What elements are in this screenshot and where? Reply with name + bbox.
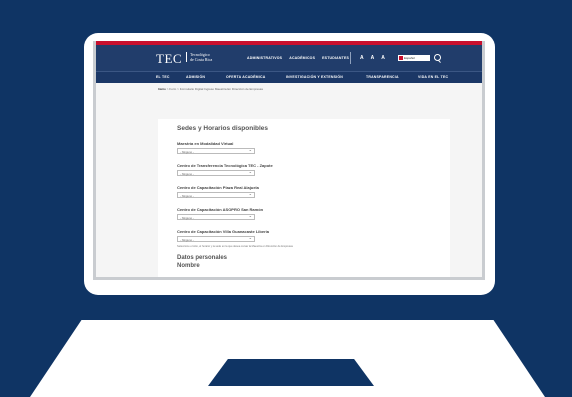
font-size-medium-button[interactable]: A (371, 55, 375, 61)
breadcrumb-sep: > (177, 87, 179, 91)
select-liberia[interactable]: - Ninguno - (177, 235, 255, 242)
breadcrumb-home[interactable]: Inicio (158, 87, 166, 91)
site-header: TEC Tecnológico de Costa Rica ADMINISTRA… (96, 45, 482, 71)
tec-logo[interactable]: TEC (156, 51, 182, 67)
select-zapote[interactable]: - Ninguno - (177, 169, 255, 176)
field-label-virtual: Maestría en Modalidad Virtual (177, 141, 234, 146)
font-size-large-button[interactable]: A (381, 55, 385, 61)
section-title: Sedes y Horarios disponibles (177, 125, 269, 132)
nav-item-admision[interactable]: ADMISIÓN (186, 72, 226, 83)
top-link-estudiantes[interactable]: ESTUDIANTES (322, 56, 349, 60)
laptop-screen: TEC Tecnológico de Costa Rica ADMINISTRA… (93, 41, 485, 280)
breadcrumb: Inicio > Form > Formulario Digital Ingre… (96, 83, 482, 91)
field-label-alajuela: Centro de Capacitación Plaza Real Alajue… (177, 185, 259, 190)
top-link-administrativos[interactable]: ADMINISTRATIVOS (247, 56, 282, 60)
field-label-liberia: Centro de Capacitación Villa Guanacaste … (177, 229, 269, 234)
top-link-academicos[interactable]: ACADÉMICOS (289, 56, 315, 60)
field-label-san-ramon: Centro de Capacitación ASOPRO San Ramón (177, 207, 264, 212)
search-icon[interactable] (434, 54, 441, 61)
name-label: Nombre (177, 263, 200, 269)
web-page: TEC Tecnológico de Costa Rica ADMINISTRA… (96, 41, 482, 277)
logo-sub-line2: de Costa Rica (190, 57, 213, 62)
font-size-small-button[interactable]: A (360, 55, 364, 61)
nav-item-transparencia[interactable]: TRANSPARENCIA (366, 72, 418, 83)
select-san-ramon[interactable]: - Ninguno - (177, 213, 255, 220)
field-label-zapote: Centro de Transferencia Tecnológica TEC … (177, 163, 273, 168)
breadcrumb-current: Formulario Digital Ingreso Maestría En D… (179, 87, 263, 91)
laptop-touchpad (208, 359, 374, 386)
main-nav: EL TEC ADMISIÓN OFERTA ACADÉMICA INVESTI… (96, 71, 482, 83)
nav-item-el-tec[interactable]: EL TEC (156, 72, 186, 83)
nav-item-investigacion[interactable]: INVESTIGACIÓN Y EXTENSIÓN (286, 72, 366, 83)
breadcrumb-form[interactable]: Form (169, 87, 176, 91)
help-text: Seleccione el sitio, el horario y la sed… (177, 245, 293, 248)
tec-logo-subtitle: Tecnológico de Costa Rica (186, 52, 212, 62)
select-virtual[interactable]: - Ninguno - (177, 147, 255, 154)
language-select[interactable]: Español (398, 55, 430, 61)
form-card: Sedes y Horarios disponibles Maestría en… (158, 119, 450, 277)
header-divider (350, 52, 351, 64)
nav-item-oferta-academica[interactable]: OFERTA ACADÉMICA (226, 72, 286, 83)
top-links: ADMINISTRATIVOS ACADÉMICOS ESTUDIANTES (247, 56, 349, 60)
nav-item-vida-en-el-tec[interactable]: VIDA EN EL TEC (418, 72, 448, 83)
personal-data-title: Datos personales (177, 255, 228, 261)
select-alajuela[interactable]: - Ninguno - (177, 191, 255, 198)
font-size-controls: A A A (360, 55, 385, 61)
